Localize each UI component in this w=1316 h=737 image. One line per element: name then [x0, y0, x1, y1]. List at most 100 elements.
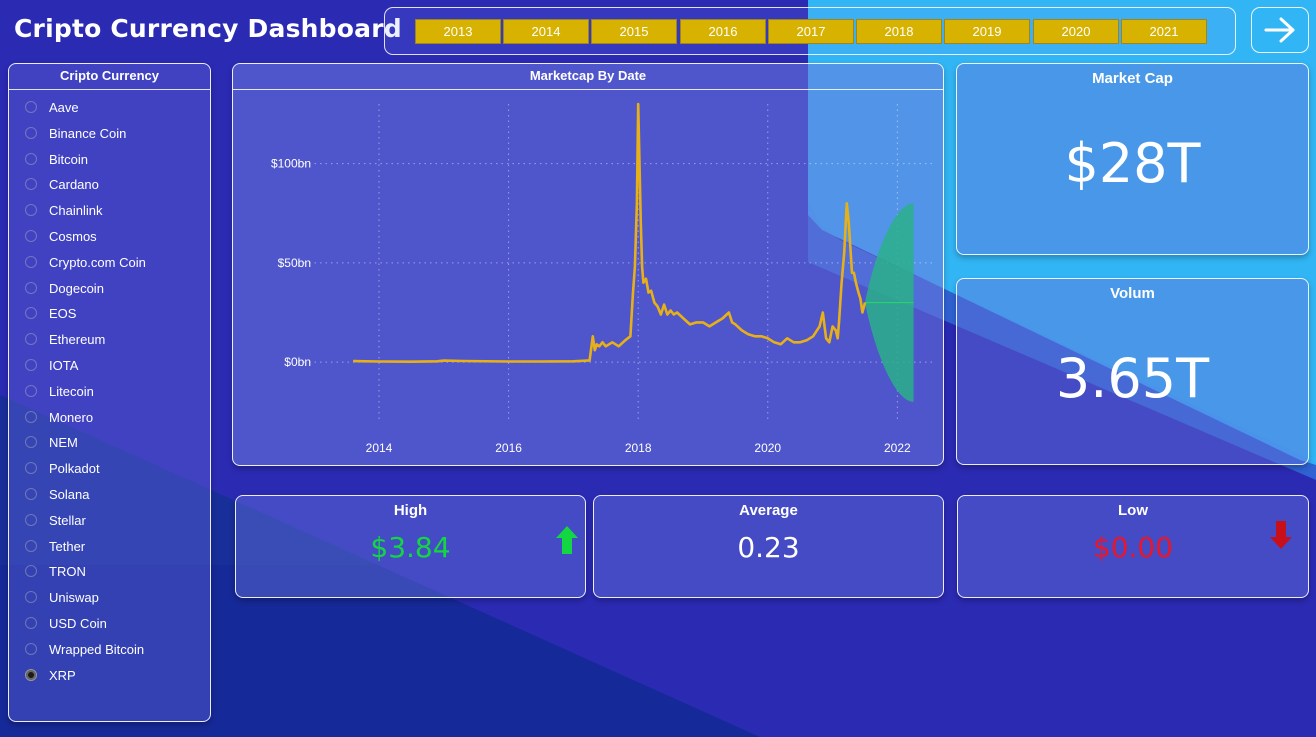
y-tick-label: $50bn — [278, 256, 311, 270]
year-button[interactable]: 2013 — [415, 19, 501, 44]
high-label: High — [393, 502, 428, 519]
slicer-item-label: Binance Coin — [49, 125, 127, 141]
low-card: Low $0.00 — [957, 495, 1309, 598]
slicer-item[interactable]: Polkadot — [25, 461, 146, 487]
radio-button[interactable] — [25, 616, 37, 629]
radio-button[interactable] — [25, 384, 37, 397]
y-tick-label: $100bn — [271, 157, 311, 171]
volume-label: Volum — [1110, 285, 1155, 302]
average-value: 0.23 — [737, 531, 800, 564]
market-cap-card: Market Cap $28T — [956, 63, 1309, 255]
year-button[interactable]: 2019 — [944, 19, 1030, 44]
marketcap-chart-panel: Marketcap By Date 2014 2016 2018 2020 2022 $0… — [232, 63, 944, 466]
volume-value: 3.65T — [1055, 347, 1210, 410]
slicer-item-label: Monero — [49, 409, 94, 425]
radio-button[interactable] — [25, 513, 37, 526]
radio-button[interactable] — [25, 487, 37, 500]
slicer-item-label: Ethereum — [49, 332, 106, 348]
x-tick-label: 2014 — [366, 441, 393, 455]
radio-button[interactable] — [25, 255, 37, 268]
radio-button[interactable] — [25, 204, 37, 217]
radio-button[interactable] — [25, 307, 37, 320]
year-button[interactable]: 2020 — [1033, 19, 1119, 44]
x-tick-label: 2022 — [884, 441, 911, 455]
slicer-item-label: Aave — [49, 100, 79, 115]
slicer-item-label: NEM — [49, 435, 78, 451]
market-cap-label: Market Cap — [1092, 70, 1173, 87]
x-tick-label: 2016 — [495, 441, 522, 455]
radio-button[interactable] — [25, 152, 37, 165]
radio-button[interactable] — [25, 539, 37, 552]
slicer-item[interactable]: Cardano — [25, 177, 146, 203]
slicer-item[interactable]: XRP — [25, 668, 146, 694]
market-cap-value: $28T — [1064, 132, 1201, 195]
slicer-item-label: Cardano — [49, 177, 99, 193]
slicer-item-label: Stellar — [49, 512, 86, 528]
slicer-item[interactable]: Solana — [25, 487, 146, 513]
slicer-title: Cripto Currency — [9, 64, 210, 90]
radio-button[interactable] — [25, 462, 37, 475]
radio-button[interactable] — [25, 126, 37, 139]
slicer-item-label: Bitcoin — [49, 151, 89, 167]
slicer-item[interactable]: Bitcoin — [25, 152, 146, 178]
crypto-slicer: Cripto Currency Aave Binance Coin Bitcoin C… — [8, 63, 211, 722]
radio-button[interactable] — [25, 436, 37, 449]
low-label: Low — [1118, 502, 1148, 519]
year-button[interactable]: 2017 — [768, 19, 854, 44]
slicer-item[interactable]: NEM — [25, 435, 146, 461]
high-card: High $3.84 — [235, 495, 586, 598]
volume-card: Volum 3.65T — [956, 278, 1309, 465]
radio-button[interactable] — [25, 178, 37, 191]
year-button[interactable]: 2018 — [856, 19, 942, 44]
radio-button[interactable] — [25, 591, 37, 604]
slicer-item-label: Wrapped Bitcoin — [49, 641, 145, 657]
slicer-item[interactable]: Ethereum — [25, 332, 146, 358]
slicer-item-label: TRON — [49, 564, 86, 580]
year-button[interactable]: 2015 — [591, 19, 677, 44]
next-page-button[interactable] — [1251, 7, 1309, 53]
slicer-item[interactable]: Dogecoin — [25, 281, 146, 307]
year-button[interactable]: 2014 — [503, 19, 589, 44]
average-card: Average 0.23 — [593, 495, 944, 598]
slicer-item[interactable]: IOTA — [25, 358, 146, 384]
year-button[interactable]: 2016 — [680, 19, 766, 44]
slicer-item[interactable]: Tether — [25, 539, 146, 565]
radio-button[interactable] — [25, 229, 37, 242]
slicer-item[interactable]: Litecoin — [25, 384, 146, 410]
radio-button[interactable] — [25, 668, 37, 681]
slicer-item-label: Litecoin — [49, 383, 94, 399]
slicer-item-label: Dogecoin — [49, 280, 104, 296]
radio-button[interactable] — [25, 565, 37, 578]
slicer-item[interactable]: Cosmos — [25, 229, 146, 255]
slicer-item[interactable]: TRON — [25, 564, 146, 590]
radio-button[interactable] — [25, 642, 37, 655]
slicer-item-label: USD Coin — [49, 615, 107, 631]
slicer-item[interactable]: Uniswap — [25, 590, 146, 616]
year-button[interactable]: 2021 — [1121, 19, 1207, 44]
slicer-item[interactable]: Chainlink — [25, 203, 146, 229]
series-line — [353, 102, 867, 364]
radio-button[interactable] — [25, 281, 37, 294]
arrow-right-icon — [1264, 17, 1295, 43]
radio-button[interactable] — [25, 101, 37, 113]
down-arrow-icon — [1270, 521, 1292, 549]
slicer-item[interactable]: EOS — [25, 306, 146, 332]
slicer-item[interactable]: Crypto.com Coin — [25, 255, 146, 281]
slicer-item-label: Solana — [49, 486, 90, 502]
slicer-item-label: Crypto.com Coin — [49, 254, 146, 270]
slicer-item-label: IOTA — [49, 357, 79, 373]
radio-button[interactable] — [25, 410, 37, 423]
slicer-item[interactable]: USD Coin — [25, 616, 146, 642]
slicer-item[interactable]: Monero — [25, 410, 146, 436]
y-tick-label: $0bn — [284, 355, 311, 369]
slicer-item[interactable]: Binance Coin — [25, 126, 146, 152]
page-title: Cripto Currency Dashboard — [14, 14, 402, 43]
radio-button[interactable] — [25, 358, 37, 371]
slicer-item-label: Cosmos — [49, 228, 97, 244]
slicer-item[interactable]: Aave — [25, 100, 146, 126]
radio-button[interactable] — [25, 333, 37, 346]
slicer-item-label: Chainlink — [49, 203, 103, 219]
slicer-item[interactable]: Wrapped Bitcoin — [25, 642, 146, 668]
year-slicer: 2013 2014 2015 2016 2017 2018 2019 2020 … — [384, 7, 1236, 55]
slicer-item[interactable]: Stellar — [25, 513, 146, 539]
